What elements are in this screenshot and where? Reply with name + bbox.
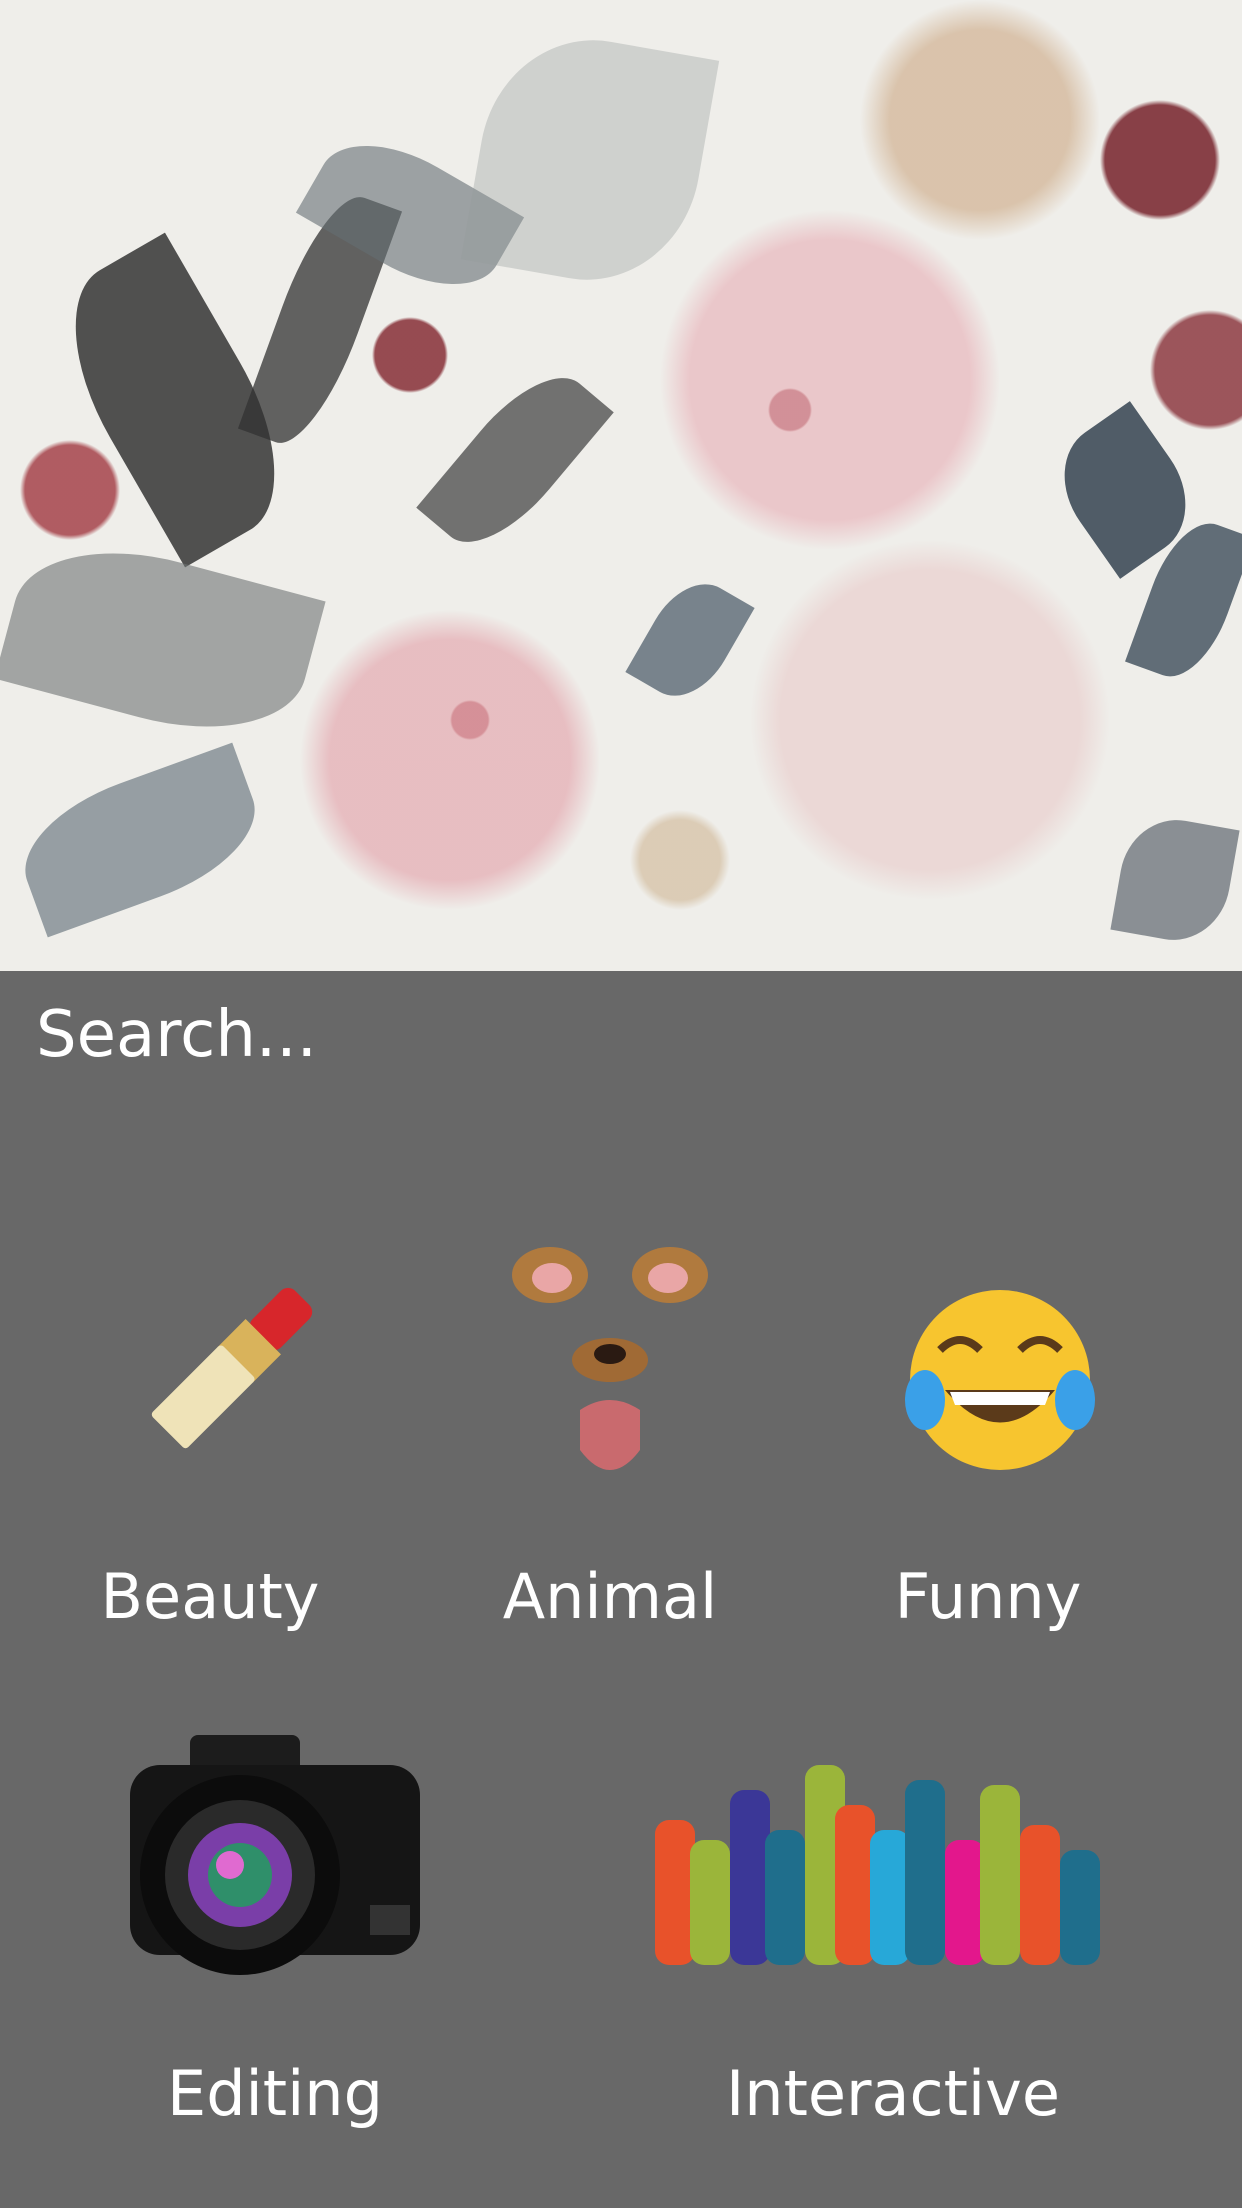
search-input[interactable]: Search... xyxy=(36,998,317,1072)
category-funny-label[interactable]: Funny xyxy=(778,1560,1198,1633)
tears-of-joy-icon[interactable] xyxy=(900,1280,1100,1480)
category-animal-label[interactable]: Animal xyxy=(400,1560,820,1633)
camera-icon[interactable] xyxy=(110,1725,430,1985)
category-editing-label[interactable]: Editing xyxy=(65,2057,485,2130)
camera-preview xyxy=(0,0,1242,971)
raised-hands-icon[interactable] xyxy=(645,1750,1145,1970)
category-interactive-label[interactable]: Interactive xyxy=(683,2057,1103,2130)
category-beauty-label[interactable]: Beauty xyxy=(0,1560,420,1633)
dog-face-filter-icon[interactable] xyxy=(510,1230,710,1500)
lipstick-icon[interactable] xyxy=(120,1250,350,1480)
